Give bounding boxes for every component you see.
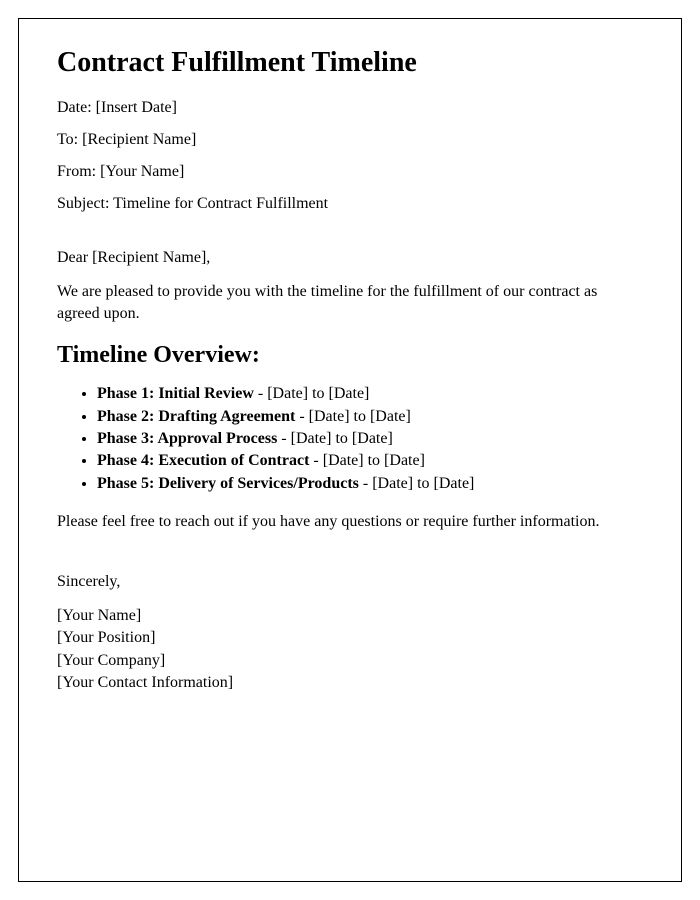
date-line: Date: [Insert Date] <box>57 99 643 117</box>
signature-name: [Your Name] <box>57 605 643 627</box>
phase-title: Phase 4: Execution of Contract <box>97 452 309 469</box>
from-line: From: [Your Name] <box>57 163 643 181</box>
salutation-name: [Recipient Name] <box>92 249 206 266</box>
phase-range: - [Date] to [Date] <box>277 430 393 447</box>
intro-paragraph: We are pleased to provide you with the t… <box>57 281 643 324</box>
phase-range: - [Date] to [Date] <box>359 475 475 492</box>
to-value: [Recipient Name] <box>82 131 196 148</box>
to-line: To: [Recipient Name] <box>57 131 643 149</box>
date-label: Date: <box>57 99 96 116</box>
signature-contact: [Your Contact Information] <box>57 672 643 694</box>
phase-range: - [Date] to [Date] <box>309 452 425 469</box>
from-label: From: <box>57 163 100 180</box>
signature-company: [Your Company] <box>57 650 643 672</box>
date-value: [Insert Date] <box>96 99 177 116</box>
subject-line: Subject: Timeline for Contract Fulfillme… <box>57 195 643 213</box>
spacer <box>57 551 643 573</box>
phase-title: Phase 1: Initial Review <box>97 385 254 402</box>
timeline-list: Phase 1: Initial Review - [Date] to [Dat… <box>97 383 643 495</box>
signature-block: [Your Name] [Your Position] [Your Compan… <box>57 605 643 695</box>
subject-label: Subject: <box>57 195 113 212</box>
list-item: Phase 5: Delivery of Services/Products -… <box>97 473 643 495</box>
phase-range: - [Date] to [Date] <box>295 408 411 425</box>
closing: Sincerely, <box>57 573 643 591</box>
signature-position: [Your Position] <box>57 627 643 649</box>
to-label: To: <box>57 131 82 148</box>
list-item: Phase 4: Execution of Contract - [Date] … <box>97 450 643 472</box>
phase-title: Phase 2: Drafting Agreement <box>97 408 295 425</box>
page-title: Contract Fulfillment Timeline <box>57 47 643 79</box>
salutation-suffix: , <box>206 249 210 266</box>
phase-title: Phase 3: Approval Process <box>97 430 277 447</box>
subject-value: Timeline for Contract Fulfillment <box>113 195 328 212</box>
document-page: Contract Fulfillment Timeline Date: [Ins… <box>18 18 682 882</box>
list-item: Phase 1: Initial Review - [Date] to [Dat… <box>97 383 643 405</box>
salutation-prefix: Dear <box>57 249 92 266</box>
outro-paragraph: Please feel free to reach out if you hav… <box>57 511 643 533</box>
salutation: Dear [Recipient Name], <box>57 249 643 267</box>
list-item: Phase 3: Approval Process - [Date] to [D… <box>97 428 643 450</box>
phase-title: Phase 5: Delivery of Services/Products <box>97 475 359 492</box>
phase-range: - [Date] to [Date] <box>254 385 370 402</box>
timeline-heading: Timeline Overview: <box>57 342 643 369</box>
list-item: Phase 2: Drafting Agreement - [Date] to … <box>97 406 643 428</box>
from-value: [Your Name] <box>100 163 184 180</box>
spacer <box>57 227 643 249</box>
